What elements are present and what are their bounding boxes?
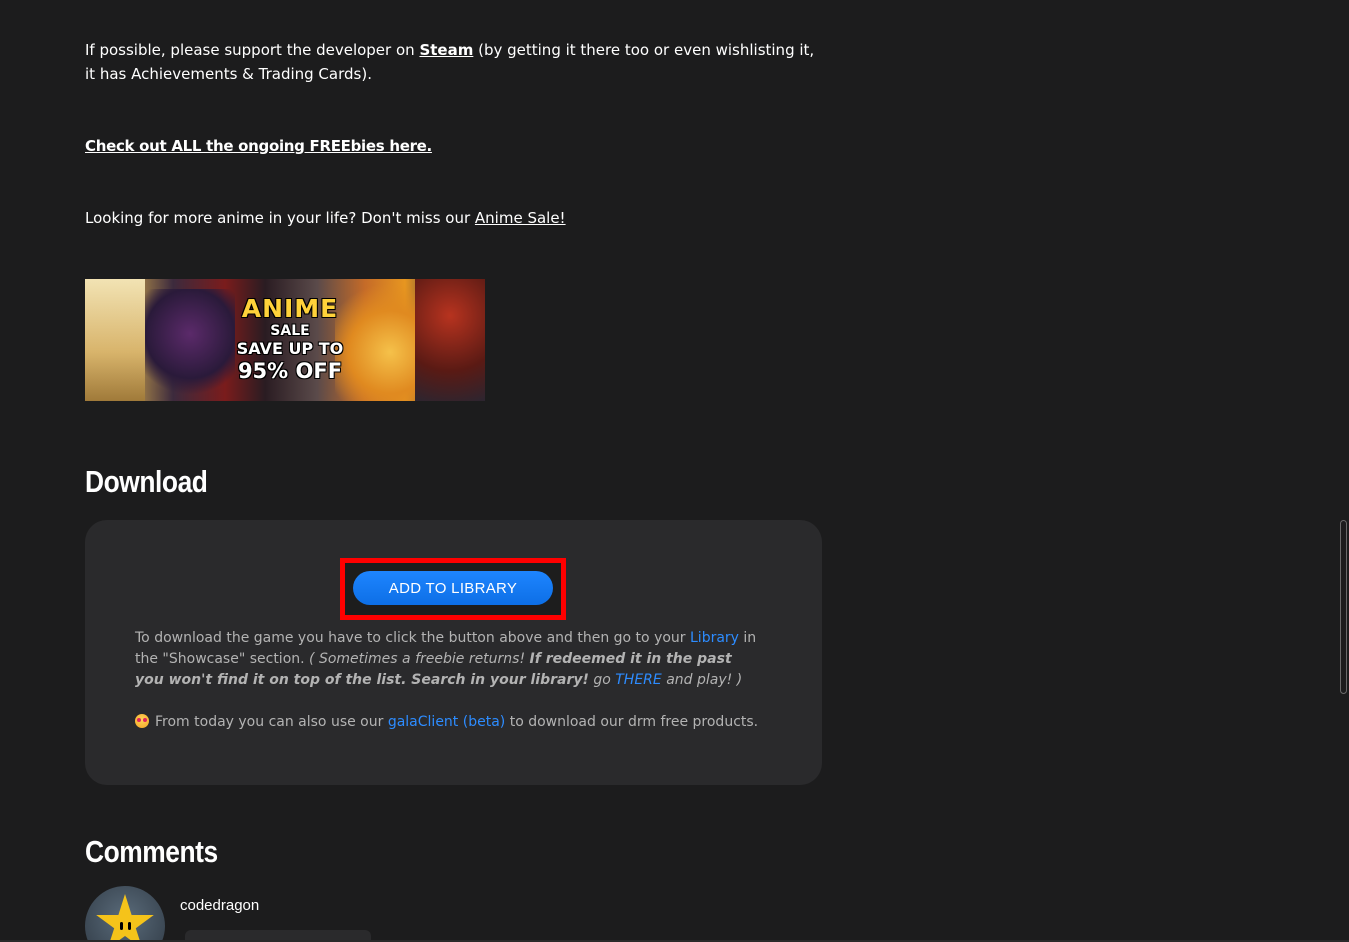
download-instructions: To download the game you have to click t…: [135, 628, 765, 691]
banner-line-discount: 95% OFF: [237, 359, 343, 383]
library-link[interactable]: Library: [690, 630, 739, 646]
instructions-italic-2: go: [588, 672, 616, 688]
instructions-text-1: To download the game you have to click t…: [135, 630, 690, 646]
instructions-italic-1: ( Sometimes a freebie returns!: [309, 651, 530, 667]
avatar-eye-right: [128, 922, 131, 930]
banner-line-sale: SALE: [270, 323, 310, 339]
avatar-star-shape: [96, 894, 154, 942]
comment-username[interactable]: codedragon: [180, 897, 259, 914]
star-avatar-icon[interactable]: [85, 886, 165, 942]
banner-art-right: [415, 279, 485, 401]
page: If possible, please support the develope…: [0, 0, 1349, 942]
banner-text: ANIME SALE SAVE UP TO 95% OFF: [235, 294, 345, 384]
avatar-eye-left: [120, 922, 123, 930]
anime-prefix-text: Looking for more anime in your life? Don…: [85, 209, 475, 227]
download-panel: ADD TO LIBRARY To download the game you …: [85, 520, 822, 785]
comments-heading: Comments: [85, 834, 218, 869]
banner-art-left: [85, 279, 145, 401]
scrollbar-thumb[interactable]: [1340, 520, 1347, 694]
comment-body-box: [185, 930, 371, 940]
steam-link[interactable]: Steam: [419, 41, 473, 59]
steam-prefix-text: If possible, please support the develope…: [85, 41, 420, 59]
anime-sale-link[interactable]: Anime Sale!: [475, 209, 566, 227]
gala-client-note: From today you can also use our galaClie…: [135, 712, 785, 733]
freebies-link[interactable]: Check out ALL the ongoing FREEbies here.: [85, 137, 432, 155]
anime-paragraph: Looking for more anime in your life? Don…: [85, 206, 566, 230]
client-prefix-text: From today you can also use our: [155, 714, 388, 730]
there-link[interactable]: THERE: [615, 672, 662, 688]
instructions-italic-3: and play! ): [661, 672, 743, 688]
banner-art-character: [145, 289, 235, 401]
download-heading: Download: [85, 464, 208, 499]
banner-line-anime: ANIME: [241, 294, 339, 323]
gala-client-link[interactable]: galaClient (beta): [388, 714, 505, 730]
freebies-paragraph: Check out ALL the ongoing FREEbies here.: [85, 134, 432, 158]
steam-support-paragraph: If possible, please support the develope…: [85, 38, 825, 86]
page-scrollbar[interactable]: [1337, 0, 1349, 942]
anime-sale-banner[interactable]: ANIME SALE SAVE UP TO 95% OFF: [85, 279, 485, 401]
banner-line-save: SAVE UP TO: [236, 339, 344, 358]
star-struck-emoji-icon: [135, 714, 149, 728]
client-suffix-text: to download our drm free products.: [505, 714, 759, 730]
add-to-library-button[interactable]: ADD TO LIBRARY: [353, 571, 553, 605]
